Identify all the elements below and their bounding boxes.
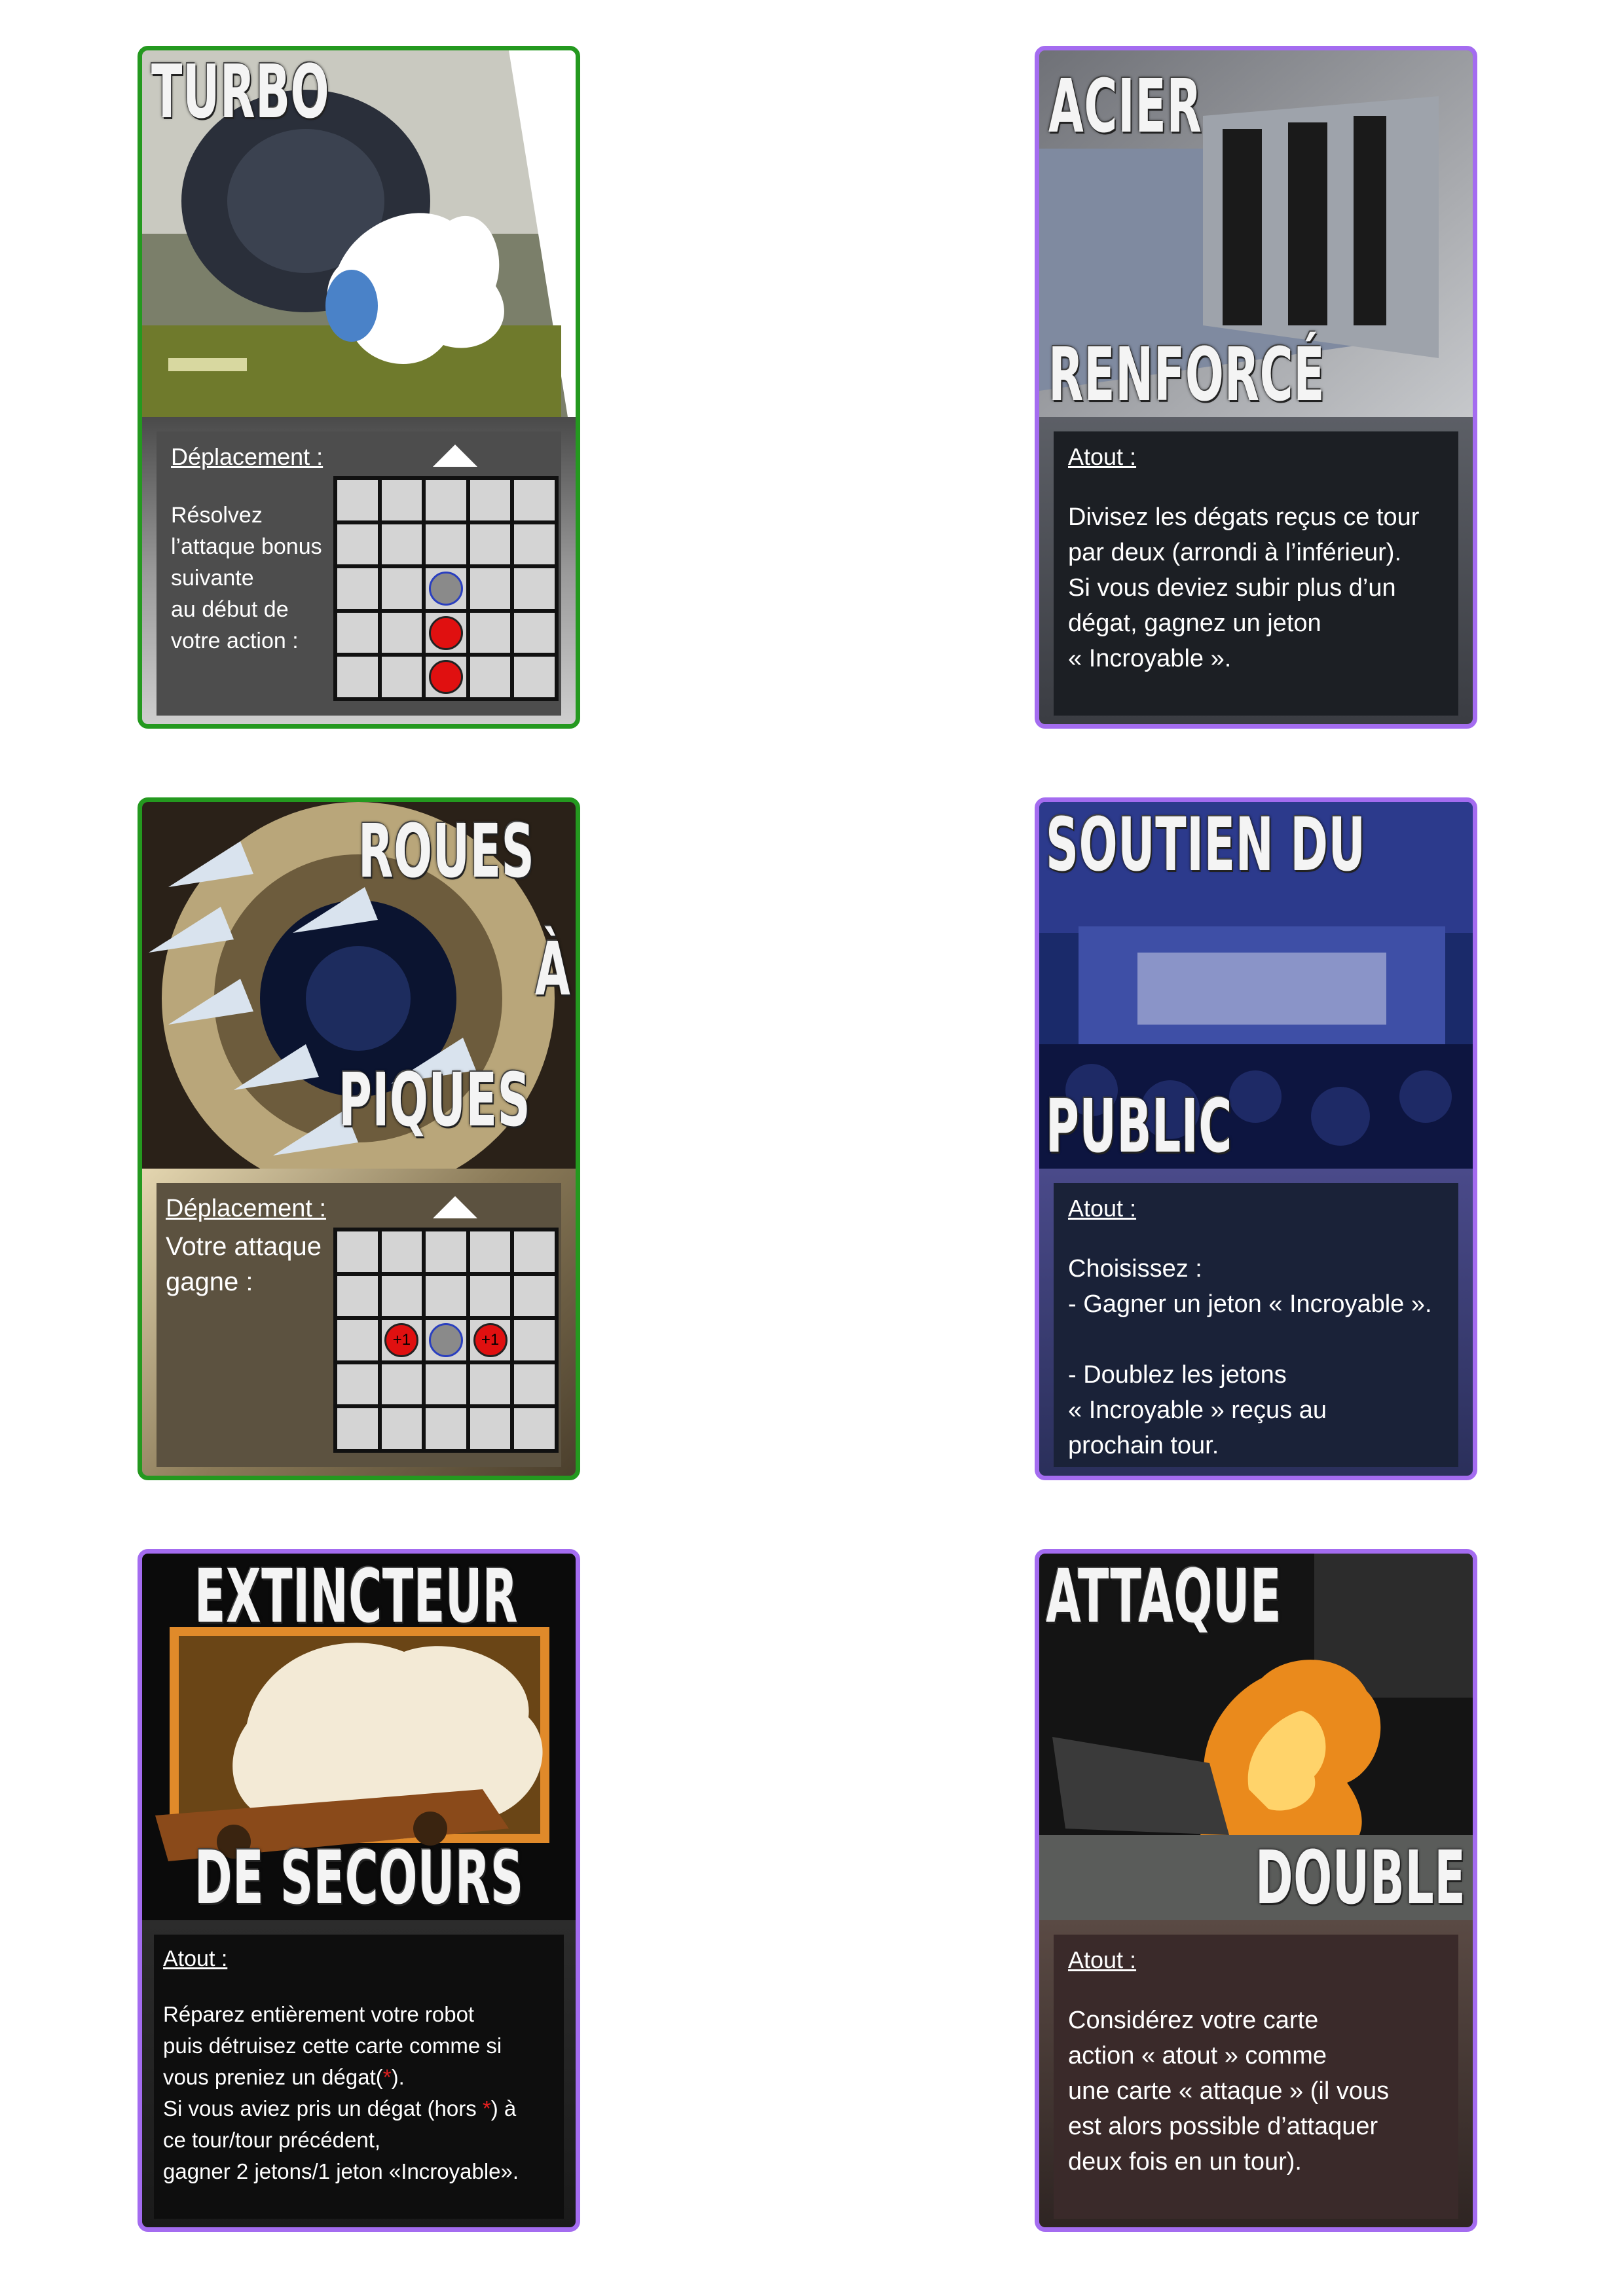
card-acier-renforce[interactable]: ACIER RENFORCÉ Atout : Divisez les dégat… [1035,46,1477,729]
card-title-top: SOUTIEN DU [1046,803,1366,888]
card-title-bottom: RENFORCÉ [1048,333,1325,418]
card-title-bottom: DE SECOURS [194,1836,524,1921]
card-title-top: EXTINCTEUR [194,1554,519,1639]
card-text: Réparez entièrement votre robot puis dét… [163,2002,519,2183]
card-title-line: À [535,927,571,1012]
card-info-panel: Atout : Divisez les dégats reçus ce tour… [1054,431,1458,716]
card-title: TURBO [151,50,330,135]
robot-position-marker [428,1322,463,1357]
asterisk-mark: * [382,2065,392,2089]
direction-arrow-icon [433,1196,477,1218]
section-label: Déplacement : [166,1195,327,1222]
card-text: Votre attaque gagne : [166,1232,322,1296]
card-info-panel: Atout : Choisissez : - Gagner un jeton «… [1054,1183,1458,1467]
section-label: Déplacement : [171,443,323,470]
card-text: Résolvez l’attaque bonus suivante au déb… [171,503,322,653]
card-info-panel: Déplacement : Résolvez l’attaque bonus s… [157,431,561,716]
asterisk-mark: * [482,2096,491,2121]
card-title-line: PIQUES [339,1058,531,1143]
card-info-panel: Atout : Réparez entièrement votre robot … [154,1935,564,2219]
robot-position-marker [428,571,463,606]
card-info-panel: Atout : Considérez votre carte action « … [1054,1935,1458,2219]
card-roues-a-piques[interactable]: ROUES À PIQUES Déplacement : Votre attaq… [138,797,580,1480]
movement-grid: +1 +1 [333,1228,559,1453]
section-label: Atout : [1068,1946,1137,1973]
card-extincteur-de-secours[interactable]: EXTINCTEUR DE SECOURS Atout : Réparez en… [138,1549,580,2232]
card-text: Divisez les dégats reçus ce tour par deu… [1068,503,1420,672]
card-turbo[interactable]: TURBO Déplacement : Résolvez l’attaque b… [138,46,580,729]
movement-grid [333,476,559,701]
card-text: Considérez votre carte action « atout » … [1068,2007,1390,2176]
card-text: Choisissez : - Gagner un jeton « Incroya… [1068,1255,1432,1459]
section-label: Atout : [1068,443,1137,470]
direction-arrow-icon [433,445,477,467]
card-title-bottom: PUBLIC [1046,1084,1232,1169]
card-title-top: ACIER [1048,64,1202,149]
section-label: Atout : [1068,1195,1137,1222]
bonus-marker: +1 [384,1322,419,1357]
card-title-line: ROUES [358,809,535,894]
card-title-bottom: DOUBLE [1255,1836,1466,1921]
attack-marker [428,660,463,695]
attack-marker [428,615,463,650]
card-info-panel: Déplacement : Votre attaque gagne : +1 +… [157,1183,561,1467]
section-label: Atout : [163,1946,228,1971]
card-soutien-du-public[interactable]: SOUTIEN DU PUBLIC Atout : Choisissez : -… [1035,797,1477,1480]
card-attaque-double[interactable]: ATTAQUE DOUBLE Atout : Considérez votre … [1035,1549,1477,2232]
bonus-marker: +1 [473,1322,507,1357]
card-title-top: ATTAQUE [1046,1554,1282,1639]
